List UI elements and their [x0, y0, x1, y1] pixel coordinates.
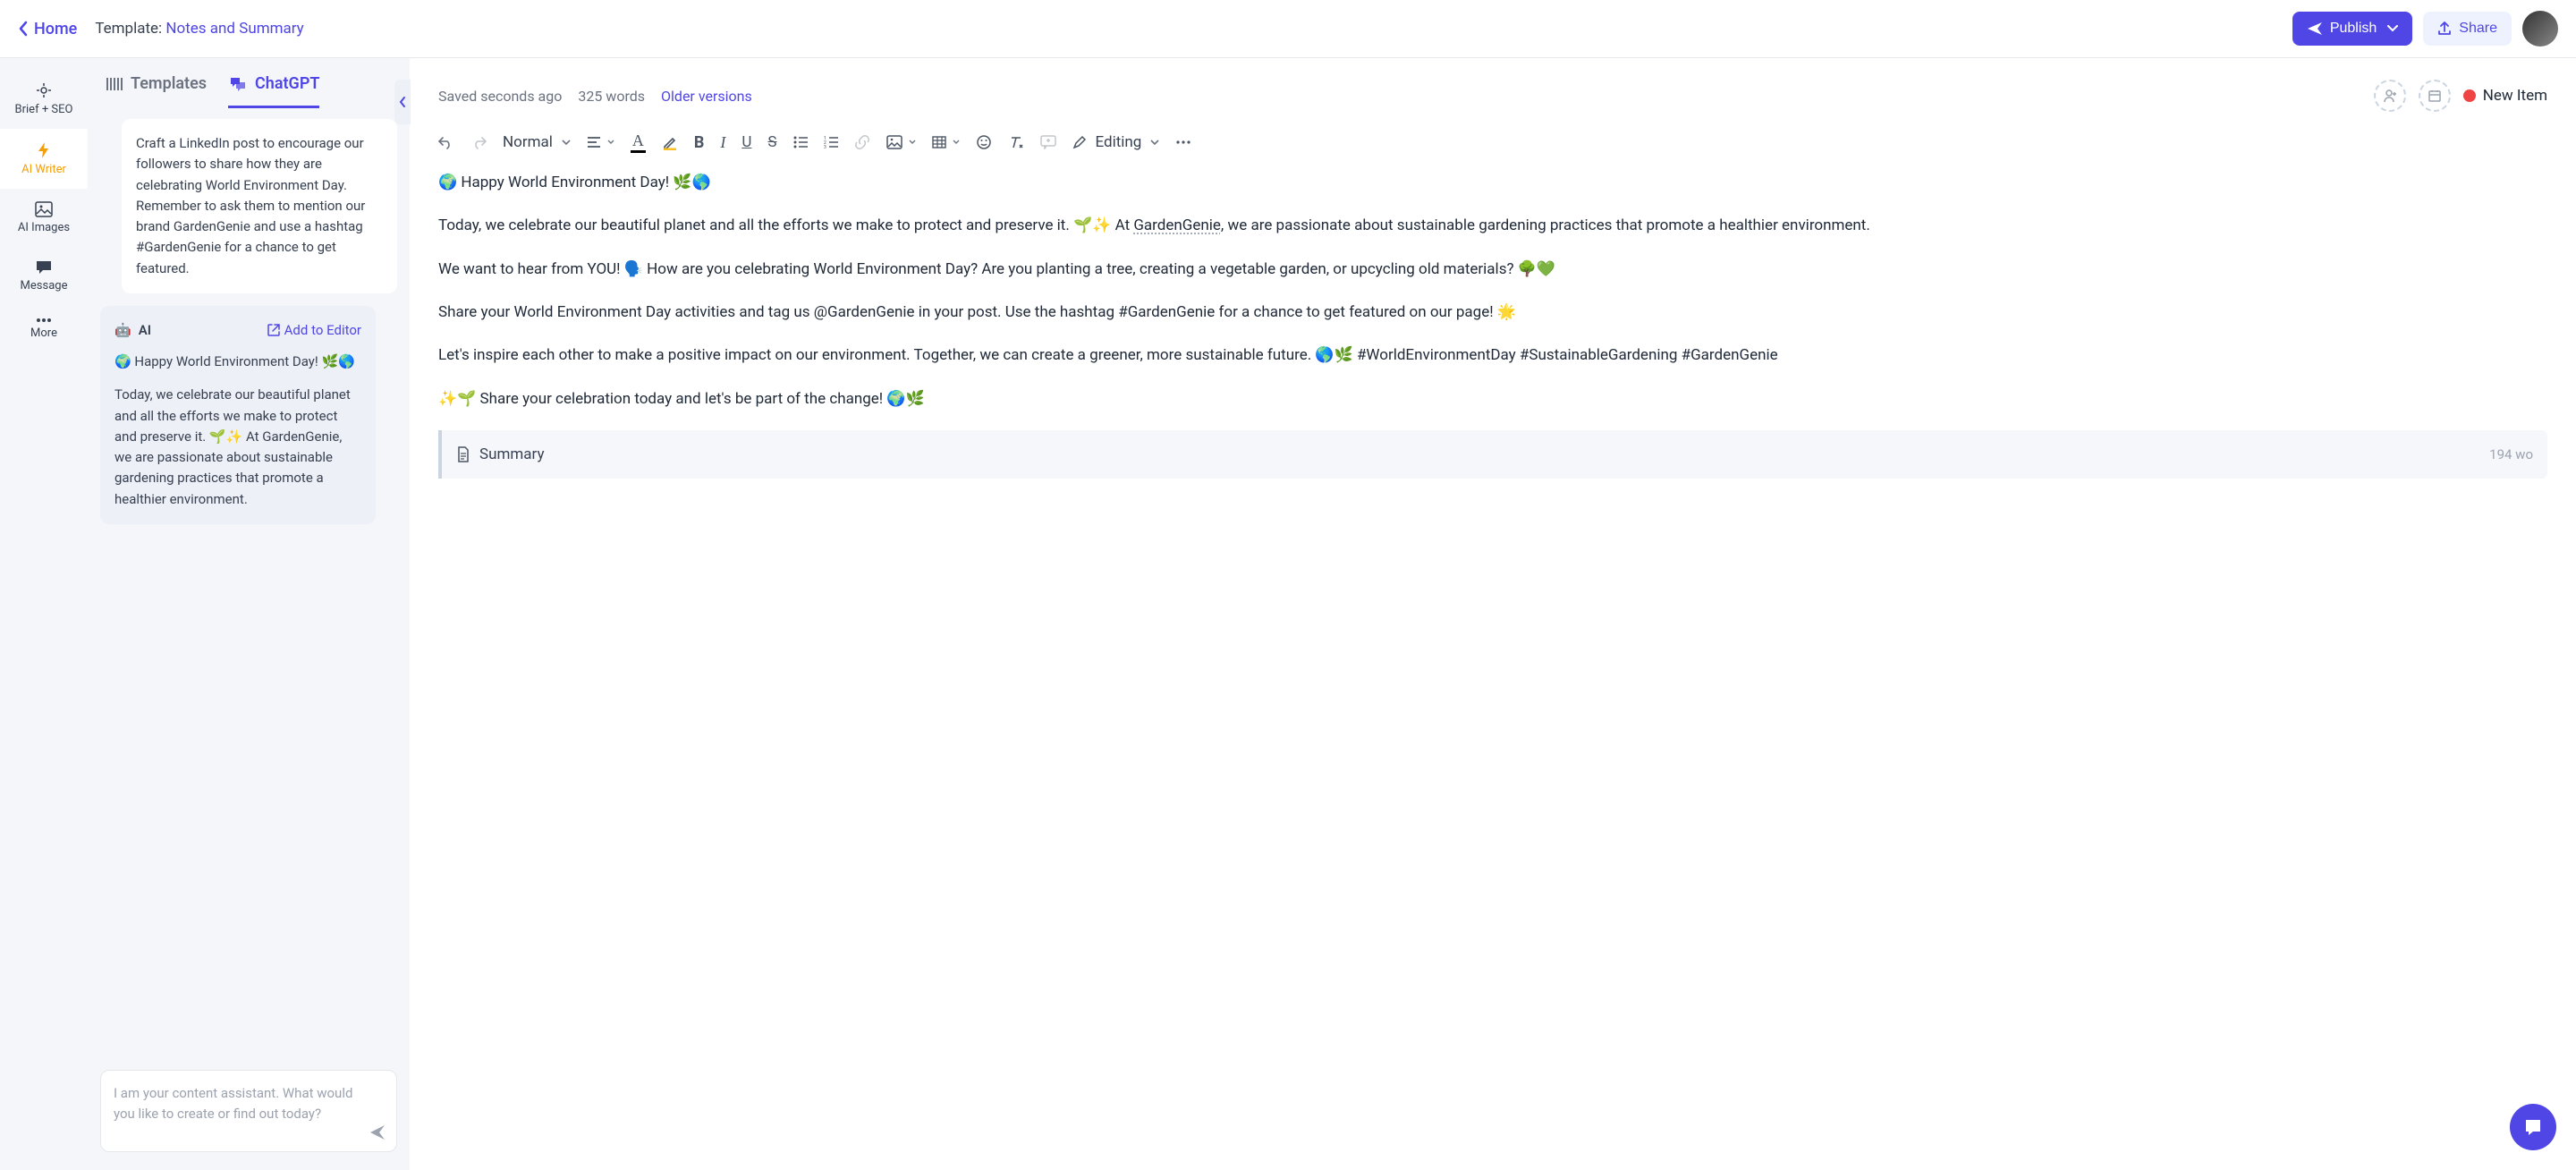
redo-button[interactable] — [470, 135, 487, 149]
template-name-link[interactable]: Notes and Summary — [165, 20, 303, 38]
calendar-icon[interactable] — [2419, 80, 2451, 112]
number-list-button[interactable]: 123 — [824, 136, 838, 148]
editor-meta: Saved seconds ago 325 words Older versio… — [438, 88, 752, 105]
nav-message[interactable]: Message — [0, 247, 88, 305]
dots-icon — [35, 318, 53, 323]
bullet-list-button[interactable] — [793, 136, 808, 148]
comment-button[interactable] — [1040, 135, 1056, 149]
side-panel: Templates ChatGPT Craft a LinkedIn post … — [88, 58, 410, 1170]
bolt-icon — [36, 141, 52, 159]
editor-toolbar: Normal A B I U S 123 — [410, 123, 2576, 167]
add-user-icon[interactable] — [2374, 80, 2406, 112]
paragraph-style-select[interactable]: Normal — [503, 133, 571, 151]
collapse-panel-button[interactable] — [394, 80, 411, 124]
target-icon — [35, 81, 53, 99]
editor-body[interactable]: 🌍 Happy World Environment Day! 🌿🌎 Today,… — [410, 167, 2576, 1170]
more-button[interactable] — [1175, 140, 1191, 144]
strike-button[interactable]: S — [767, 133, 776, 151]
saved-status: Saved seconds ago — [438, 88, 562, 105]
doc-paragraph: ✨🌱 Share your celebration today and let'… — [438, 387, 2547, 411]
nav-ai-writer[interactable]: AI Writer — [0, 129, 88, 189]
doc-paragraph: Share your World Environment Day activit… — [438, 301, 2547, 324]
chat-placeholder: I am your content assistant. What would … — [114, 1085, 352, 1122]
bold-button[interactable]: B — [694, 133, 705, 152]
table-button[interactable] — [932, 136, 960, 148]
nav-label: AI Images — [18, 221, 70, 234]
robot-icon: 🤖 — [114, 320, 131, 341]
tab-label: ChatGPT — [255, 74, 319, 93]
ai-label: AI — [139, 320, 151, 341]
send-icon — [2307, 21, 2323, 36]
summary-block[interactable]: Summary 194 wo — [438, 430, 2547, 479]
home-link[interactable]: Home — [18, 20, 77, 38]
template-label: Template: Notes and Summary — [95, 20, 303, 38]
chat-bubbles-icon — [228, 76, 248, 92]
add-to-editor-button[interactable]: Add to Editor — [267, 320, 361, 341]
summary-word-count: 194 wo — [2489, 445, 2533, 465]
emoji-button[interactable] — [976, 134, 992, 150]
insert-icon — [267, 323, 281, 337]
status-dot-icon — [2463, 89, 2476, 102]
chevron-left-icon — [18, 21, 29, 37]
new-item-button[interactable]: New Item — [2463, 87, 2547, 105]
doc-paragraph: 🌍 Happy World Environment Day! 🌿🌎 — [438, 171, 2547, 194]
add-to-editor-label: Add to Editor — [284, 320, 361, 341]
doc-paragraph: Today, we celebrate our beautiful planet… — [438, 214, 2547, 237]
highlight-button[interactable] — [662, 134, 678, 150]
chat-icon — [35, 259, 53, 276]
nav-brief-seo[interactable]: Brief + SEO — [0, 69, 88, 129]
nav-label: More — [30, 326, 57, 340]
tab-templates[interactable]: Templates — [106, 74, 207, 108]
undo-button[interactable] — [438, 135, 454, 149]
doc-paragraph: We want to hear from YOU! 🗣️ How are you… — [438, 258, 2547, 281]
image-button[interactable] — [886, 135, 916, 149]
spellcheck-word[interactable]: GardenGenie — [1133, 216, 1221, 234]
share-label: Share — [2459, 21, 2497, 37]
text-color-button[interactable]: A — [631, 131, 646, 153]
nav-ai-images[interactable]: AI Images — [0, 189, 88, 247]
chat-input[interactable]: I am your content assistant. What would … — [100, 1070, 397, 1152]
topbar: Home Template: Notes and Summary Publish — [0, 0, 2576, 58]
older-versions-link[interactable]: Older versions — [661, 88, 752, 105]
send-button[interactable] — [369, 1123, 386, 1141]
nav-label: AI Writer — [21, 163, 66, 176]
chat-scroll[interactable]: Craft a LinkedIn post to encourage our f… — [88, 108, 410, 1061]
editor-area: Saved seconds ago 325 words Older versio… — [410, 58, 2576, 1170]
nav-label: Brief + SEO — [15, 103, 73, 116]
image-icon — [35, 201, 53, 217]
ai-paragraph: 🌍 Happy World Environment Day! 🌿🌎 — [114, 352, 361, 372]
document-icon — [456, 446, 470, 462]
new-item-label: New Item — [2483, 87, 2547, 105]
word-count: 325 words — [578, 88, 645, 105]
share-button[interactable]: Share — [2423, 12, 2512, 46]
left-nav: Brief + SEO AI Writer AI Images Message — [0, 58, 88, 1170]
tab-label: Templates — [131, 74, 207, 93]
tab-chatgpt[interactable]: ChatGPT — [228, 74, 319, 108]
ai-paragraph: Today, we celebrate our beautiful planet… — [114, 385, 361, 510]
intercom-launcher[interactable] — [2510, 1104, 2556, 1150]
nav-label: Message — [21, 279, 68, 292]
home-label: Home — [34, 20, 77, 38]
underline-button[interactable]: U — [741, 133, 751, 151]
templates-icon — [106, 76, 123, 92]
italic-button[interactable]: I — [720, 133, 725, 152]
publish-label: Publish — [2330, 21, 2377, 37]
nav-more[interactable]: More — [0, 305, 88, 352]
upload-icon — [2437, 21, 2452, 36]
align-button[interactable] — [587, 136, 614, 148]
ai-message: 🤖 AI Add to Editor 🌍 Happy World Environ… — [100, 306, 376, 524]
clear-format-button[interactable] — [1008, 135, 1024, 149]
editing-mode-select[interactable]: Editing — [1072, 133, 1160, 151]
doc-paragraph: Let's inspire each other to make a posit… — [438, 343, 2547, 367]
user-message: Craft a LinkedIn post to encourage our f… — [122, 119, 397, 293]
svg-text:3: 3 — [824, 145, 826, 148]
user-avatar[interactable] — [2522, 11, 2558, 47]
summary-label: Summary — [479, 443, 544, 466]
link-button[interactable] — [854, 134, 870, 150]
publish-button[interactable]: Publish — [2292, 12, 2412, 46]
chevron-down-icon — [2387, 25, 2398, 32]
